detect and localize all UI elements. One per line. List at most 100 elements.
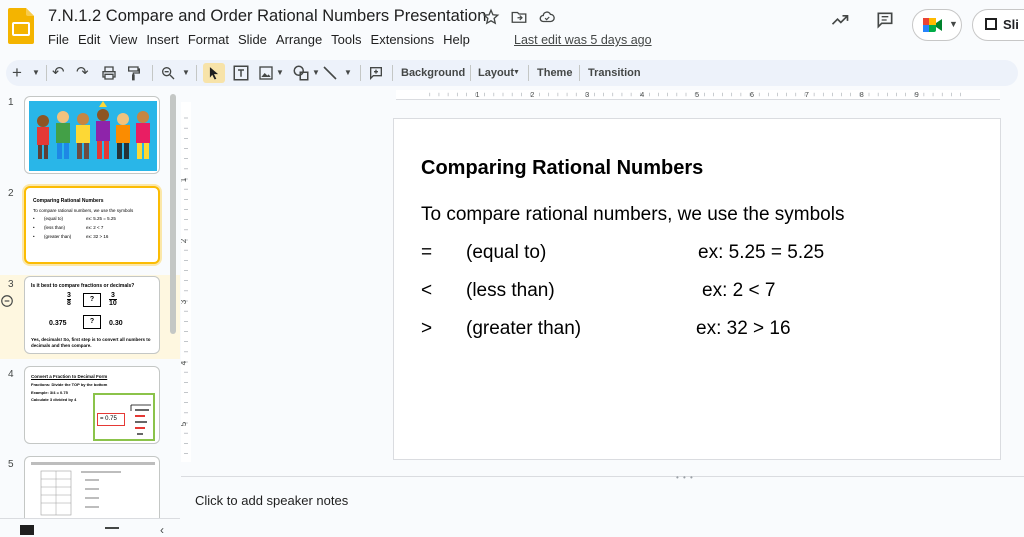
ruler-label: 4: [640, 90, 644, 99]
line-icon[interactable]: [322, 63, 338, 83]
thumb-fraction: 3 10: [109, 292, 117, 307]
thumb-desc: (equal to): [44, 216, 64, 221]
thumb-bullet: •: [33, 225, 35, 230]
ruler-label: 1: [181, 177, 188, 182]
comments-icon[interactable]: [875, 10, 895, 35]
menu-insert[interactable]: Insert: [146, 32, 185, 47]
slide-number: 4: [8, 369, 14, 380]
image-dropdown-icon[interactable]: ▼: [276, 63, 284, 83]
slide-thumbnail-3[interactable]: Is it best to compare fractions or decim…: [24, 276, 160, 354]
ruler-label: 7: [805, 90, 809, 99]
menu-edit[interactable]: Edit: [78, 32, 106, 47]
thumb-title: Convert a Fraction to Decimal Form: [31, 374, 108, 379]
thumb-intro: To compare rational numbers, we use the …: [33, 208, 134, 213]
filmstrip-footer: ‹: [0, 518, 180, 537]
cloud-status-icon[interactable]: [538, 8, 556, 26]
thumb-desc: (less than): [44, 225, 66, 230]
thumb-question-box: ?: [83, 315, 101, 329]
zoom-dropdown-icon[interactable]: ▼: [182, 63, 190, 83]
ruler-label: 9: [915, 90, 919, 99]
image-icon[interactable]: [258, 63, 274, 83]
paint-format-icon[interactable]: [126, 63, 142, 83]
slide-thumbnail-4[interactable]: Convert a Fraction to Decimal Form Fract…: [24, 366, 160, 444]
thumb-bullet: •: [33, 216, 35, 221]
collapse-icon[interactable]: ‹: [160, 523, 164, 537]
meet-dropdown-icon: ▼: [949, 19, 958, 29]
ruler-label: 3: [181, 299, 188, 304]
text-box-icon[interactable]: [232, 63, 250, 83]
ruler-label: 4: [181, 360, 188, 365]
slide-number: 2: [8, 188, 14, 199]
slide-thumbnail-2[interactable]: Comparing Rational Numbers To compare ra…: [24, 186, 160, 264]
slide-thumbnail-5[interactable]: [24, 456, 160, 518]
document-title[interactable]: 7.N.1.2 Compare and Order Rational Numbe…: [48, 7, 486, 26]
line-dropdown-icon[interactable]: ▼: [344, 63, 352, 83]
menu-view[interactable]: View: [109, 32, 143, 47]
thumb-text: Example: 3/4 = 0.75: [31, 390, 68, 395]
ruler-label: 3: [585, 90, 589, 99]
meet-icon: [923, 18, 942, 32]
menu-tools[interactable]: Tools: [331, 32, 367, 47]
slide-title[interactable]: Comparing Rational Numbers: [421, 157, 703, 180]
thumb-fraction: 3 8: [67, 292, 71, 307]
background-button[interactable]: Background: [401, 63, 465, 83]
symbol-example: ex: 5.25 = 5.25: [698, 242, 825, 263]
zoom-icon[interactable]: [160, 63, 176, 83]
horizontal-ruler[interactable]: 1 2 3 4 5 6 7 8 9: [396, 90, 1000, 100]
meet-button[interactable]: ▼: [912, 9, 962, 41]
ruler-label: 5: [695, 90, 699, 99]
thumb-question: Is it best to compare fractions or decim…: [31, 283, 135, 289]
slide-intro-text[interactable]: To compare rational numbers, we use the …: [421, 204, 844, 226]
dancing-kids-image: [29, 101, 157, 171]
ruler-label: 2: [181, 238, 188, 243]
symbol-equal: =: [421, 242, 433, 263]
new-slide-dropdown-icon[interactable]: ▼: [32, 63, 40, 83]
speaker-notes[interactable]: Click to add speaker notes: [195, 493, 348, 508]
layout-button[interactable]: Layout: [478, 63, 514, 83]
undo-icon[interactable]: ↶: [52, 63, 65, 83]
slides-logo-icon[interactable]: [8, 8, 34, 44]
ruler-label: 5: [181, 421, 188, 426]
notes-resize-handle[interactable]: • • •: [181, 473, 1024, 484]
redo-icon[interactable]: ↷: [76, 63, 89, 83]
menu-file[interactable]: File: [48, 32, 75, 47]
activity-trend-icon[interactable]: [830, 10, 850, 35]
select-tool-icon[interactable]: [203, 63, 225, 83]
menu-extensions[interactable]: Extensions: [371, 32, 441, 47]
long-division-image: [130, 404, 151, 435]
theme-button[interactable]: Theme: [537, 63, 572, 83]
thumb-decimal: 0.375: [49, 320, 67, 327]
thumb-desc: (greater than): [44, 234, 72, 239]
menu-help[interactable]: Help: [443, 32, 476, 47]
shape-icon[interactable]: [292, 63, 310, 83]
symbol-description: (equal to): [466, 242, 547, 263]
last-edit-link[interactable]: Last edit was 5 days ago: [514, 33, 652, 47]
slideshow-button[interactable]: Sli: [972, 9, 1024, 41]
linked-object-icon[interactable]: [0, 294, 14, 313]
shape-dropdown-icon[interactable]: ▼: [312, 63, 320, 83]
new-slide-icon[interactable]: +: [12, 63, 22, 83]
star-icon[interactable]: [482, 8, 500, 26]
menu-slide[interactable]: Slide: [238, 32, 273, 47]
slide-editor[interactable]: Comparing Rational Numbers To compare ra…: [393, 118, 1001, 460]
move-folder-icon[interactable]: [510, 8, 528, 26]
menu-arrange[interactable]: Arrange: [276, 32, 328, 47]
print-icon[interactable]: [101, 63, 117, 83]
add-comment-icon[interactable]: [368, 63, 384, 83]
thumb-question-box: ?: [83, 293, 101, 307]
vertical-ruler[interactable]: 1 2 3 4 5: [181, 102, 191, 462]
grid-view-icon[interactable]: [20, 525, 34, 535]
transition-button[interactable]: Transition: [588, 63, 641, 83]
thumb-text: Fractions: Divide the TOP by the bottom: [31, 382, 108, 387]
toolbar: + ▼ ↶ ↷ ▼ ▼ ▼ ▼ Background Layout ▼ Them…: [6, 60, 1018, 86]
slide-thumbnail-1[interactable]: [24, 96, 160, 174]
app-header: 7.N.1.2 Compare and Order Rational Numbe…: [0, 0, 1024, 56]
symbol-description: (less than): [466, 280, 555, 301]
menu-format[interactable]: Format: [188, 32, 235, 47]
ruler-label: 1: [476, 90, 480, 99]
symbol-greater-than: >: [421, 318, 433, 339]
drag-handle-icon[interactable]: • • •: [676, 473, 694, 482]
filmstrip-scrollbar[interactable]: [170, 94, 176, 334]
layout-dropdown-icon[interactable]: ▼: [513, 63, 520, 83]
ruler-label: 8: [860, 90, 864, 99]
